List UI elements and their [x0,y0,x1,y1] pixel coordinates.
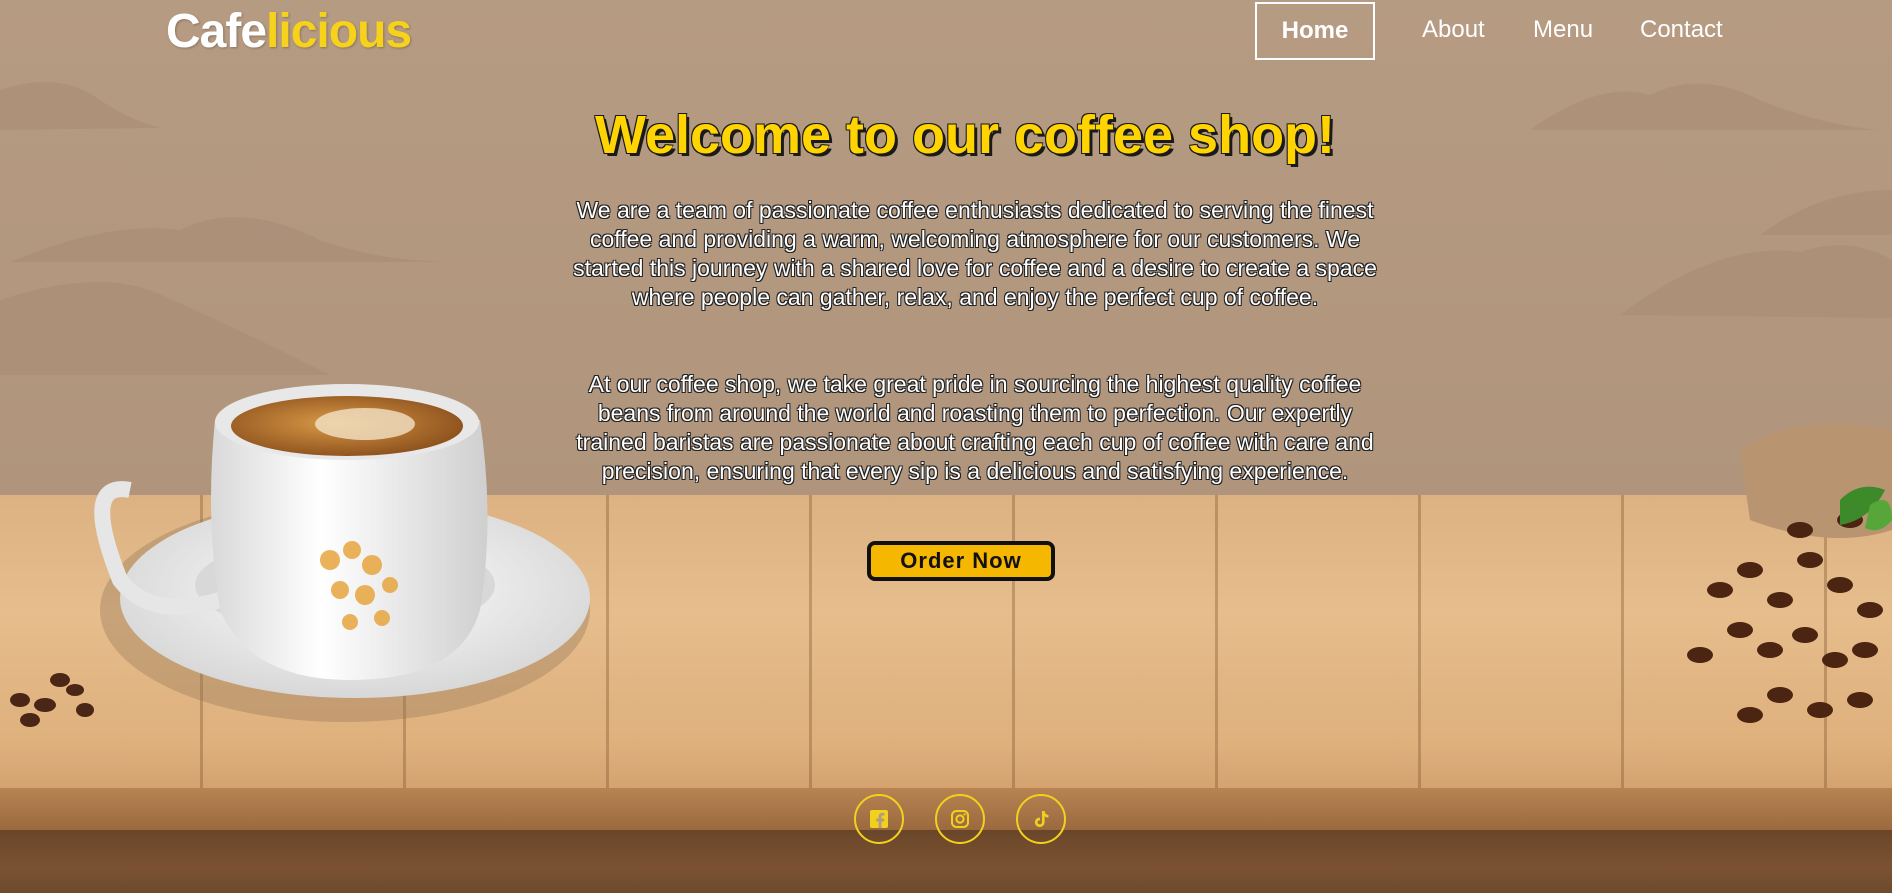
order-now-button[interactable]: Order Now [867,541,1055,581]
hero-paragraph-2: At our coffee shop, we take great pride … [576,371,1374,484]
facebook-icon [870,810,888,828]
nav-about[interactable]: About [1422,2,1485,58]
tiktok-icon [1034,811,1049,827]
nav-home[interactable]: Home [1255,2,1375,60]
instagram-link[interactable] [935,794,985,844]
brand-name-part1: Cafe [166,5,267,58]
brand-name-part2: licious [266,5,412,58]
tiktok-link[interactable] [1016,794,1066,844]
hero-title: Welcome to our coffee shop! [594,105,1336,165]
coffee-beans-left [10,673,94,727]
coffee-beans-right [1687,423,1892,723]
instagram-icon [951,810,969,828]
nav-contact[interactable]: Contact [1640,2,1723,58]
hero-paragraph-1: We are a team of passionate coffee enthu… [573,197,1377,310]
facebook-link[interactable] [854,794,904,844]
brand-logo[interactable]: Cafelicious [166,4,412,59]
nav-menu[interactable]: Menu [1533,2,1593,58]
page: Cafelicious Home About Menu Contact Welc… [0,0,1892,893]
